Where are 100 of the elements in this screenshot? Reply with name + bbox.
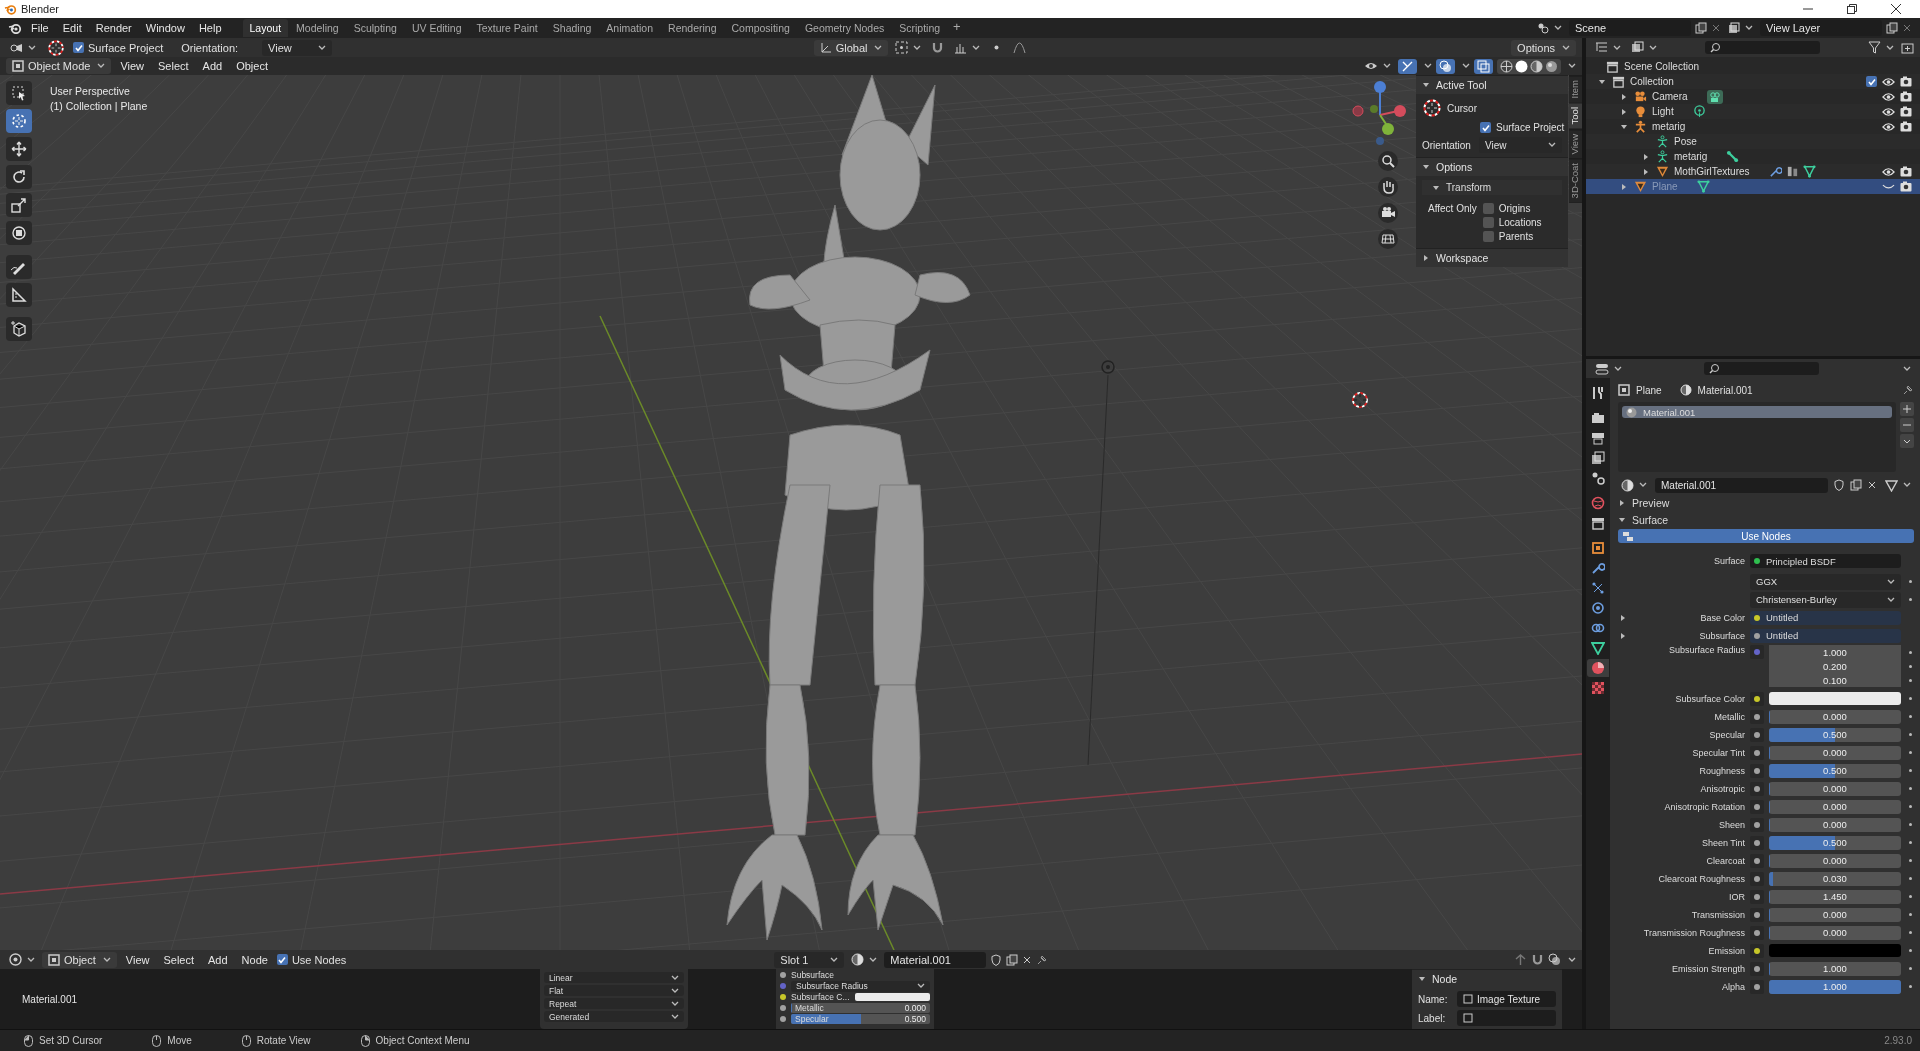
menu-item[interactable]: Edit bbox=[57, 20, 87, 36]
input-label: Sheen Tint bbox=[1700, 837, 1745, 848]
subsurface-method-dropdown[interactable]: Christensen-Burley bbox=[1750, 591, 1901, 608]
menu-item[interactable]: Window bbox=[140, 20, 190, 36]
view-context-label: (1) Collection | Plane bbox=[50, 100, 148, 112]
vector-value-field[interactable]: 0.100 bbox=[1769, 673, 1901, 687]
sidebar-tab[interactable]: View bbox=[1569, 128, 1582, 159]
menu-item[interactable]: File bbox=[26, 20, 54, 36]
affect-only-label: Affect Only bbox=[1428, 203, 1477, 216]
use-nodes-button[interactable]: Use Nodes bbox=[1618, 529, 1914, 543]
principled-bsdf-node[interactable]: Subsurface Subsurface Radius Subsurface C... Metallic 0.000 Specular 0.500 bbox=[776, 969, 934, 1029]
workspace-tab[interactable]: Animation bbox=[599, 19, 661, 37]
slider-value: 0.500 bbox=[1823, 837, 1847, 848]
sidebar-tab[interactable]: Item bbox=[1569, 75, 1582, 103]
outliner-item[interactable]: Scene Collection bbox=[1624, 61, 1700, 72]
workspace-tab[interactable]: Texture Paint bbox=[469, 19, 545, 37]
mode-dropdown[interactable]: Object Mode bbox=[6, 58, 112, 74]
value-slider[interactable]: 0.500 bbox=[1769, 763, 1901, 778]
workspace-tab[interactable]: Rendering bbox=[661, 19, 724, 37]
value-slider[interactable]: 1.000 bbox=[1769, 979, 1901, 994]
node-name-field[interactable]: Image Texture bbox=[1457, 991, 1556, 1007]
vector-value-field[interactable]: 1.000 bbox=[1769, 645, 1901, 659]
menu-item[interactable]: Help bbox=[193, 20, 227, 36]
input-label: Specular Tint bbox=[1691, 747, 1745, 758]
input-label: Roughness bbox=[1698, 765, 1745, 776]
value-slider[interactable]: 0.500 bbox=[1769, 727, 1901, 742]
surface-project-label: Surface Project bbox=[88, 41, 164, 54]
shader-type-dropdown[interactable]: Object bbox=[42, 951, 117, 968]
menu-item[interactable]: View bbox=[120, 951, 155, 968]
value-slider[interactable]: 1.000 bbox=[1769, 961, 1901, 976]
slot-dropdown[interactable]: Slot 1 bbox=[774, 951, 845, 968]
menu-item[interactable]: View bbox=[115, 58, 150, 74]
menu-item[interactable]: Add bbox=[197, 58, 228, 74]
panel-header[interactable]: Workspace bbox=[1416, 248, 1568, 267]
outliner-row[interactable]: metarig bbox=[1586, 119, 1920, 134]
node-dropdown[interactable]: Repeat bbox=[544, 998, 684, 1009]
value-slider[interactable]: 0.000 bbox=[1769, 709, 1901, 724]
workspace-tab[interactable]: Modeling bbox=[289, 19, 346, 37]
material-slot[interactable]: Material.001 bbox=[1622, 406, 1892, 418]
scene-name-field[interactable]: Scene bbox=[1569, 20, 1691, 36]
menu-item[interactable]: Object bbox=[231, 58, 273, 74]
add-workspace-button[interactable]: + bbox=[948, 19, 966, 37]
input-label: Transmission Roughness bbox=[1642, 927, 1745, 938]
panel-header[interactable]: Options bbox=[1416, 157, 1568, 176]
section-header[interactable]: Preview bbox=[1618, 495, 1914, 511]
outliner-item-label: MothGirlTextures bbox=[1674, 166, 1750, 177]
outliner-row[interactable]: Camera bbox=[1586, 89, 1920, 104]
vector-value-field[interactable]: 0.200 bbox=[1769, 659, 1901, 673]
orientation-dropdown[interactable]: View bbox=[262, 39, 333, 56]
orientation-dropdown[interactable]: View bbox=[1479, 137, 1562, 153]
node-dropdown[interactable]: Subsurface Radius bbox=[791, 980, 930, 992]
workspace-tab[interactable]: Compositing bbox=[724, 19, 797, 37]
value-slider[interactable]: 0.000 bbox=[1769, 781, 1901, 796]
image-texture-node[interactable]: Linear Flat Repeat Generated bbox=[540, 969, 688, 1029]
value-slider[interactable]: Metallic 0.000 bbox=[791, 1003, 930, 1013]
value-slider[interactable]: 0.000 bbox=[1769, 799, 1901, 814]
panel-header[interactable]: Active Tool bbox=[1416, 75, 1568, 94]
node-dropdown[interactable]: Flat bbox=[544, 985, 684, 996]
view-layer-name-field[interactable]: View Layer bbox=[1760, 20, 1882, 36]
status-hint: Object Context Menu bbox=[375, 1035, 470, 1046]
value-slider[interactable]: 0.000 bbox=[1769, 745, 1901, 760]
section-header[interactable]: Surface bbox=[1618, 512, 1914, 528]
material-name-field[interactable]: Material.001 bbox=[884, 951, 987, 968]
slider-value: 0.030 bbox=[1823, 873, 1847, 884]
value-slider[interactable]: 0.000 bbox=[1769, 907, 1901, 922]
node-dropdown[interactable]: Generated bbox=[544, 1011, 684, 1022]
value-slider[interactable]: Specular 0.500 bbox=[791, 1014, 930, 1024]
node-dropdown[interactable]: Linear bbox=[544, 972, 684, 983]
slider-value: 0.000 bbox=[1823, 909, 1847, 920]
value-slider[interactable]: 1.450 bbox=[1769, 889, 1901, 904]
slider-value: 0.000 bbox=[904, 1003, 926, 1013]
3d-viewport[interactable]: User Perspective (1) Collection | Plane Active Tool Cursor Surface Project Orientation View Options Transform Affect Only Origins Locations Parents Workspace Item Tool View 3D-Coat bbox=[0, 75, 1582, 950]
menu-item[interactable]: Render bbox=[90, 20, 137, 36]
menu-item[interactable]: Add bbox=[203, 951, 233, 968]
menu-item[interactable]: Select bbox=[153, 58, 194, 74]
menu-item[interactable]: Select bbox=[158, 951, 200, 968]
transform-orientation-dropdown[interactable]: Global bbox=[813, 39, 889, 56]
workspace-tab[interactable]: Layout bbox=[242, 19, 289, 37]
workspace-tab[interactable]: Sculpting bbox=[346, 19, 404, 37]
value-slider[interactable]: 0.030 bbox=[1769, 871, 1901, 886]
value-slider[interactable]: 0.000 bbox=[1769, 925, 1901, 940]
sidebar-tab[interactable]: Tool bbox=[1569, 102, 1582, 129]
value-slider[interactable]: 0.000 bbox=[1769, 853, 1901, 868]
workspace-tab[interactable]: Scripting bbox=[892, 19, 948, 37]
value-slider[interactable]: 0.500 bbox=[1769, 835, 1901, 850]
sidebar-tab[interactable]: 3D-Coat bbox=[1569, 158, 1582, 203]
workspace-tab[interactable]: Geometry Nodes bbox=[797, 19, 892, 37]
value-slider[interactable]: 0.000 bbox=[1769, 817, 1901, 832]
options-dropdown[interactable]: Options bbox=[1511, 39, 1576, 56]
linked-texture-field[interactable]: Untitled bbox=[1750, 610, 1901, 625]
outliner-row[interactable]: metarig bbox=[1586, 149, 1920, 164]
material-name-field[interactable]: Material.001 bbox=[1655, 477, 1828, 493]
input-label: Subsurface Color bbox=[1674, 693, 1745, 704]
distribution-dropdown[interactable]: GGX bbox=[1750, 573, 1901, 590]
workspace-tab[interactable]: Shading bbox=[545, 19, 599, 37]
workspace-tab[interactable]: UV Editing bbox=[404, 19, 469, 37]
linked-texture-field[interactable]: Untitled bbox=[1750, 628, 1901, 643]
menu-item[interactable]: Node bbox=[236, 951, 273, 968]
surface-shader-field[interactable]: Principled BSDF bbox=[1750, 554, 1901, 568]
subpanel-header[interactable]: Transform bbox=[1422, 180, 1562, 195]
